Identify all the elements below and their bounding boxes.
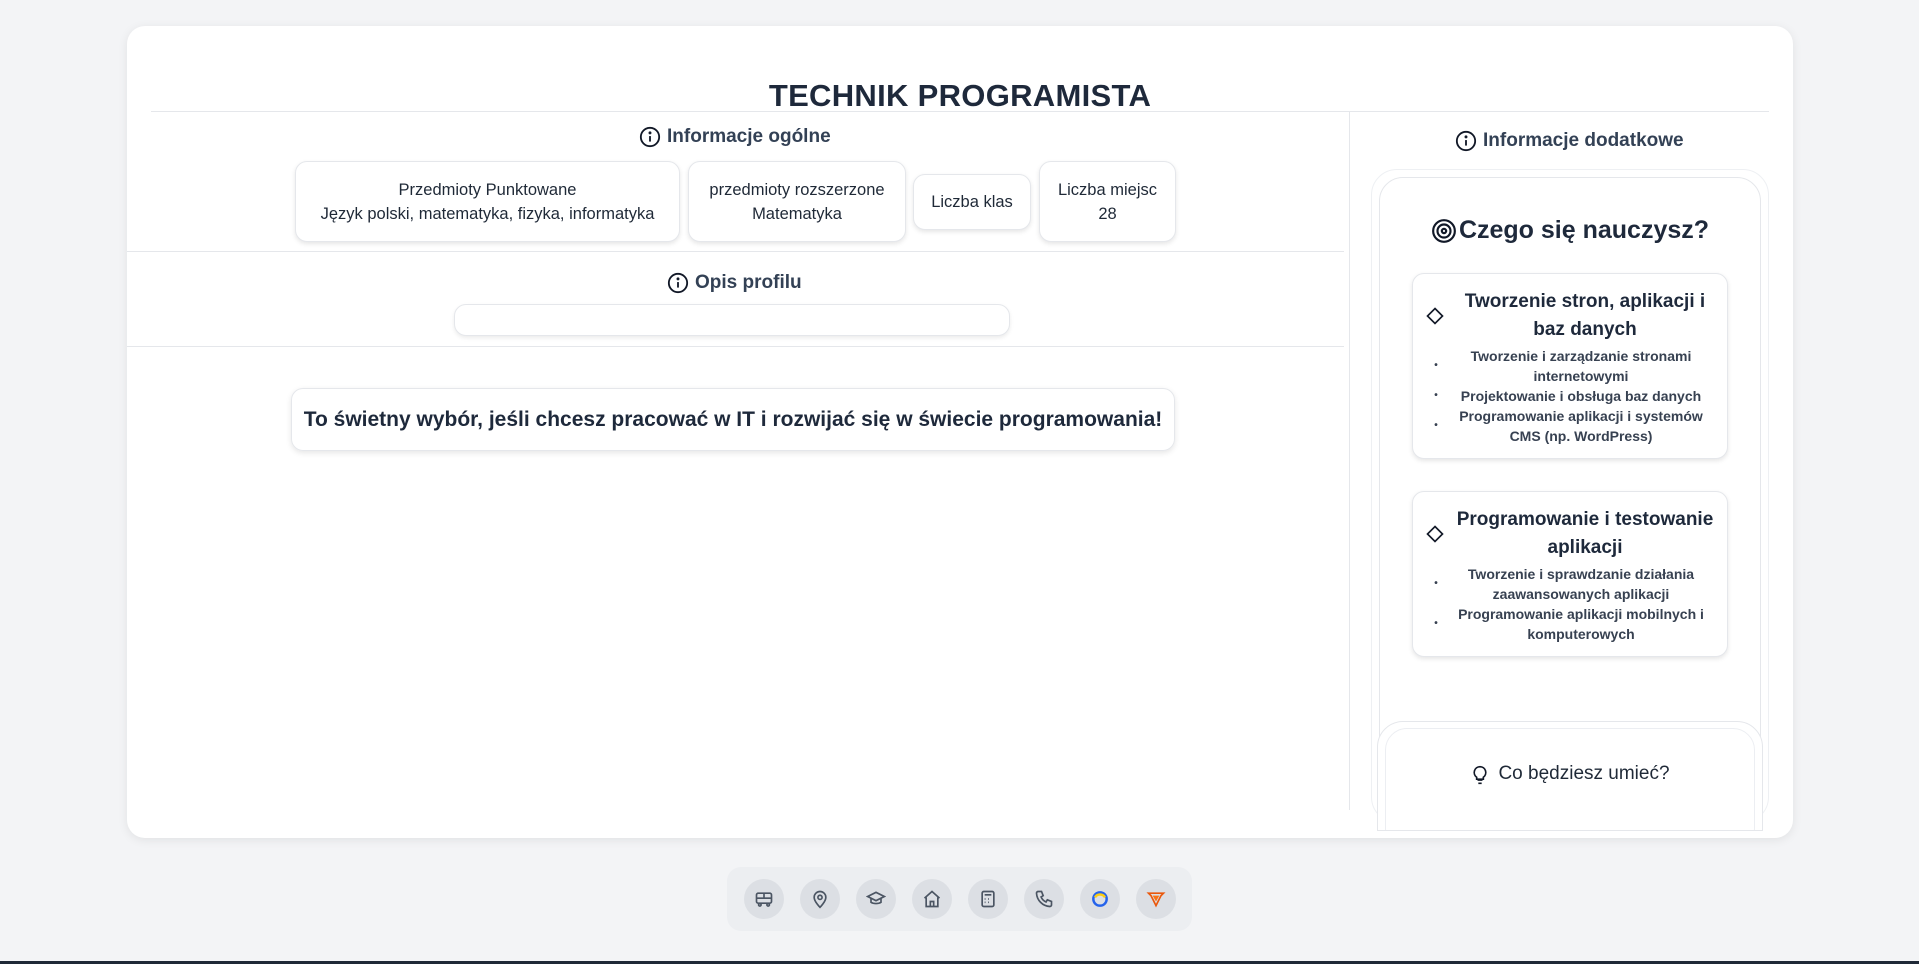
list-item: • Programowanie aplikacji mobilnych i kom… bbox=[1434, 606, 1704, 642]
calculator-icon[interactable] bbox=[967, 879, 1008, 919]
skills-heading: Co będziesz umieć? bbox=[1498, 763, 1670, 784]
shield-logo-icon[interactable] bbox=[1135, 879, 1176, 919]
topic-title: Tworzenie stron, aplikacji i baz danych bbox=[1464, 291, 1706, 340]
general-info-heading-text: Informacje ogólne bbox=[667, 126, 831, 147]
topic-title: Programowanie i testowanie aplikacji bbox=[1456, 509, 1714, 558]
phone-icon[interactable] bbox=[1023, 879, 1064, 919]
cta-banner: To świetny wybór, jeśli chcesz pracować … bbox=[291, 388, 1175, 451]
topic-card: Tworzenie stron, aplikacji i baz danych … bbox=[1412, 273, 1728, 459]
pill-value: 28 bbox=[1098, 204, 1117, 223]
pill-value: Język polski, matematyka, fizyka, inform… bbox=[320, 204, 655, 223]
graduation-cap-icon[interactable] bbox=[855, 879, 896, 919]
profile-heading-text: Opis profilu bbox=[695, 272, 802, 293]
section-divider bbox=[127, 251, 1344, 252]
profile-heading: Opis profilu bbox=[667, 272, 802, 294]
map-pin-icon[interactable] bbox=[799, 879, 840, 919]
general-info-heading: Informacje ogólne bbox=[639, 126, 831, 148]
page-title: TECHNIK PROGRAMISTA bbox=[768, 78, 1152, 113]
pill-extended-subjects: przedmioty rozszerzone Matematyka bbox=[688, 161, 906, 242]
main-card: TECHNIK PROGRAMISTA Informacje ogólne Pr… bbox=[127, 26, 1793, 838]
pill-seat-count: Liczba miejsc 28 bbox=[1039, 161, 1176, 242]
column-divider bbox=[1349, 112, 1350, 810]
lightbulb-icon bbox=[1473, 765, 1488, 785]
pill-class-count: Liczba klas bbox=[913, 174, 1031, 230]
learn-heading-text: Czego się nauczysz? bbox=[1458, 216, 1710, 244]
list-item: • Tworzenie i sprawdzanie działania zaawa… bbox=[1434, 566, 1695, 602]
profile-description-box bbox=[454, 304, 1010, 336]
additional-info-heading: Informacje dodatkowe bbox=[1455, 130, 1684, 152]
diamond-icon bbox=[1426, 307, 1444, 325]
info-icon bbox=[1455, 130, 1477, 152]
pill-label: Przedmioty Punktowane bbox=[398, 180, 577, 199]
target-icon bbox=[1432, 218, 1456, 243]
list-item: • Tworzenie i zarządzanie stronami intern… bbox=[1434, 348, 1692, 384]
bottom-dock bbox=[727, 867, 1192, 931]
title-divider bbox=[151, 111, 1769, 112]
pill-label: przedmioty rozszerzone bbox=[709, 180, 885, 199]
topic-card: Programowanie i testowanie aplikacji • Tw… bbox=[1412, 491, 1728, 657]
pill-scored-subjects: Przedmioty Punktowane Język polski, mate… bbox=[295, 161, 680, 242]
learn-heading: Czego się nauczysz? bbox=[1380, 216, 1760, 245]
list-item: • Projektowanie i obsługa baz danych bbox=[1434, 388, 1702, 404]
circle-logo-icon[interactable] bbox=[1079, 879, 1120, 919]
section-divider bbox=[127, 346, 1344, 347]
diamond-icon bbox=[1426, 525, 1444, 543]
info-icon bbox=[639, 126, 661, 148]
pill-value: Matematyka bbox=[752, 204, 842, 223]
pill-label: Liczba klas bbox=[931, 193, 1013, 211]
info-icon bbox=[667, 272, 689, 294]
home-icon[interactable] bbox=[911, 879, 952, 919]
skills-card[interactable]: Co będziesz umieć? bbox=[1377, 721, 1763, 831]
bus-icon[interactable] bbox=[743, 879, 784, 919]
additional-info-heading-text: Informacje dodatkowe bbox=[1483, 130, 1684, 151]
list-item: • Programowanie aplikacji i systemów CMS … bbox=[1434, 408, 1703, 444]
pill-label: Liczba miejsc bbox=[1057, 180, 1158, 199]
